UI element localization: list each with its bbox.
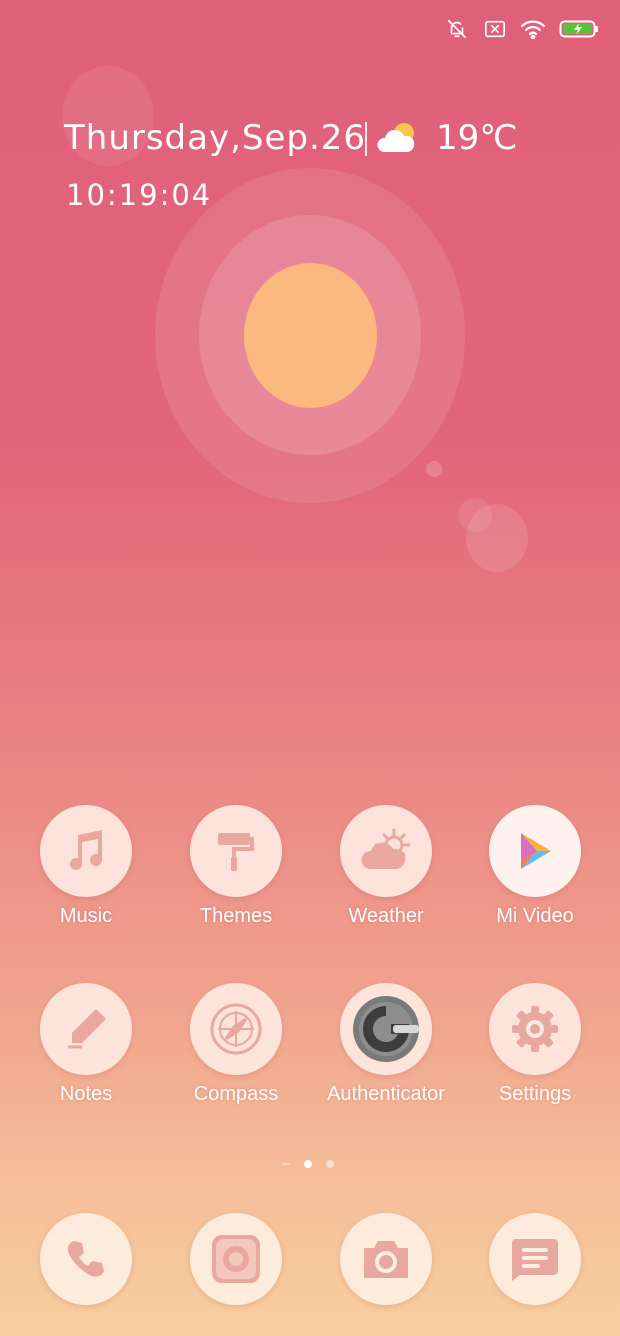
dock-phone[interactable] (11, 1213, 161, 1305)
wifi-icon (520, 16, 546, 42)
dock-messages[interactable] (460, 1213, 610, 1305)
page-dot[interactable] (326, 1160, 334, 1168)
date-text[interactable]: Thursday,Sep.26 (64, 118, 366, 158)
phone-icon[interactable] (40, 1213, 132, 1305)
bokeh-circle (426, 461, 442, 477)
paint-roller-icon[interactable] (190, 805, 282, 897)
compass-icon[interactable] (190, 983, 282, 1075)
dock-browser[interactable] (161, 1213, 311, 1305)
browser-icon[interactable] (190, 1213, 282, 1305)
app-authenticator[interactable]: Authenticator (311, 983, 461, 1106)
partly-cloudy-icon[interactable] (376, 120, 420, 156)
music-note-icon[interactable] (40, 805, 132, 897)
dock-camera[interactable] (311, 1213, 461, 1305)
app-label: Settings (498, 1083, 572, 1105)
app-label: Authenticator (327, 1083, 445, 1105)
battery-charging-icon (558, 16, 600, 42)
sun (244, 263, 377, 408)
no-sim-icon (482, 16, 508, 42)
google-authenticator-icon[interactable] (340, 983, 432, 1075)
page-dot[interactable] (282, 1163, 290, 1165)
app-notes[interactable]: Notes (11, 983, 161, 1106)
app-label: Mi Video (496, 905, 574, 927)
pencil-icon[interactable] (40, 983, 132, 1075)
app-music[interactable]: Music (11, 805, 161, 928)
app-label: Notes (59, 1083, 113, 1105)
play-icon[interactable] (489, 805, 581, 897)
page-indicator[interactable] (282, 1160, 334, 1168)
app-label: Weather (348, 905, 424, 927)
temperature-text[interactable]: 19℃ (436, 118, 517, 158)
widget-divider (365, 122, 367, 156)
gear-icon[interactable] (489, 983, 581, 1075)
app-themes[interactable]: Themes (161, 805, 311, 928)
app-label: Compass (193, 1083, 279, 1105)
mute-vibrate-icon (444, 16, 470, 42)
app-settings[interactable]: Settings (460, 983, 610, 1106)
bokeh-circle (458, 498, 492, 532)
app-mi-video[interactable]: Mi Video (460, 805, 610, 928)
page-dot-active[interactable] (304, 1160, 312, 1168)
app-weather[interactable]: Weather (311, 805, 461, 928)
messages-icon[interactable] (489, 1213, 581, 1305)
cloud-sun-icon[interactable] (340, 805, 432, 897)
app-label: Music (59, 905, 113, 927)
status-bar (444, 14, 600, 44)
time-text[interactable]: 10:19:04 (66, 178, 212, 212)
app-compass[interactable]: Compass (161, 983, 311, 1106)
app-label: Themes (199, 905, 273, 927)
camera-icon[interactable] (340, 1213, 432, 1305)
